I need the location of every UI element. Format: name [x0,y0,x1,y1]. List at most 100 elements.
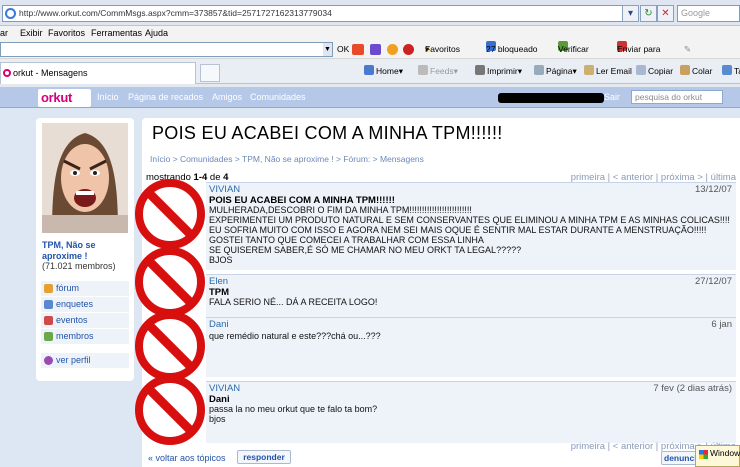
menu-exibir[interactable]: Exibir [20,26,43,41]
toolbar-addon-icon[interactable] [403,44,414,55]
sidebar-item-forum[interactable]: fórum [41,281,129,296]
feeds-button[interactable]: Feeds▾ [418,65,458,77]
read-mail-button[interactable]: Ler Email [584,65,632,76]
nav-amigos[interactable]: Amigos [212,92,242,102]
verificar-button[interactable]: Verificar▾ [558,41,589,57]
pencil-icon[interactable]: ✎ [684,41,691,57]
mail-icon [584,65,594,75]
post-body: passa la no meu orkut que te falo ta bom… [209,404,378,424]
post-date: 7 fev (2 dias atrás) [653,383,732,394]
nav-comunidades[interactable]: Comunidades [250,92,306,102]
post-body: MULHERADA,DESCOBRI O FIM DA MINHA TPM!!!… [209,205,730,265]
no-entry-icon[interactable] [134,178,206,250]
community-members: (71.021 membros) [42,261,116,271]
post-body: FALA SERIO NÉ... DÁ A RECEITA LOGO! [209,297,378,307]
stop-icon[interactable]: ✕ [657,5,674,22]
ok-button[interactable]: OK [337,41,349,57]
orkut-logo[interactable]: orkut [38,89,91,107]
toolbar-search-select[interactable] [0,42,333,57]
copy-button[interactable]: Copiar [636,65,673,76]
tab-orkut-mensagens[interactable]: orkut - Mensagens [0,62,196,84]
no-entry-icon[interactable] [134,374,206,446]
copy-icon [636,65,646,75]
enviar-button[interactable]: Enviar para▾ [617,41,660,57]
page-title: POIS EU ACABEI COM A MINHA TPM!!!!!! [152,123,503,143]
post-author[interactable]: Elen [209,276,228,287]
home-button[interactable]: Home▾ [364,65,403,77]
tab-bar: orkut - Mensagens Home▾ Feeds▾ Imprimir▾… [0,59,740,84]
sidebar-item-ver-perfil[interactable]: ver perfil [41,353,129,368]
post-date: 6 jan [711,319,732,330]
paste-label: Colar [692,66,713,76]
no-entry-icon[interactable] [134,246,206,318]
menu-ferramentas[interactable]: Ferramentas [91,26,142,41]
page-label: Página [546,66,573,76]
post-date: 13/12/07 [695,184,732,195]
breadcrumb: Início > Comunidades > TPM, Não se aprox… [150,154,424,164]
address-input[interactable]: http://www.orkut.com/CommMsgs.aspx?cmm=3… [2,5,634,22]
page-button[interactable]: Página▾ [534,65,577,77]
favoritos-button[interactable]: ☆ Favoritos ▾ [425,41,460,57]
topic-panel: POIS EU ACABEI COM A MINHA TPM!!!!!! Iní… [142,118,740,467]
post-author[interactable]: VIVIAN [209,383,240,394]
breadcrumb-community[interactable]: TPM, Não se aproxime ! [242,154,334,164]
message-post: VIVIAN 13/12/07 POIS EU ACABEI COM A MIN… [206,182,736,270]
translate-button[interactable]: Ta [722,65,740,76]
windows-notification[interactable]: Windows [695,445,740,467]
print-icon [475,65,485,75]
enviar-label: Enviar para [617,44,661,54]
print-button[interactable]: Imprimir▾ [475,65,522,77]
post-author[interactable]: VIVIAN [209,184,240,195]
refresh-icon[interactable]: ↻ [640,5,657,22]
menu-ajuda[interactable]: Ajuda [145,26,168,41]
address-dropdown-icon[interactable]: ▾ [622,5,639,22]
menu-bar: ar Exibir Favoritos Ferramentas Ajuda [0,26,740,41]
sidebar-item-eventos[interactable]: eventos [41,313,129,328]
chevron-down-icon[interactable]: ▼ [323,43,332,56]
paste-button[interactable]: Colar [680,65,712,76]
verificar-label: Verificar [558,44,589,54]
menu-favoritos[interactable]: Favoritos [48,26,85,41]
pager-first[interactable]: primeira [571,441,605,452]
community-photo[interactable] [42,123,128,233]
back-to-topics-link[interactable]: « voltar aos tópicos [148,453,226,463]
reply-button[interactable]: responder [237,450,291,464]
profile-icon [44,356,53,365]
nav-pagina-recados[interactable]: Página de recados [128,92,203,102]
toolbar-addon-icon[interactable] [352,44,364,55]
feeds-icon [418,65,428,75]
nav-sair[interactable]: Sair [604,92,620,102]
home-label: Home [376,66,399,76]
orkut-favicon-icon [3,69,11,77]
breadcrumb-comunidades[interactable]: Comunidades [180,154,232,164]
address-url: http://www.orkut.com/CommMsgs.aspx?cmm=3… [19,8,332,18]
sidebar-item-label: fórum [56,283,80,293]
copy-label: Copiar [648,66,674,76]
paste-icon [680,65,690,75]
sidebar-item-enquetes[interactable]: enquetes [41,297,129,312]
community-name[interactable]: TPM, Não se aproxime ! [42,240,134,262]
breadcrumb-mensagens: Mensagens [379,154,424,164]
no-entry-icon[interactable] [134,310,206,382]
translate-icon [722,65,732,75]
nav-inicio[interactable]: Início [97,92,119,102]
toolbar-addon-icon[interactable] [370,44,381,55]
new-tab-button[interactable] [200,64,220,82]
sidebar-item-membros[interactable]: membros [41,329,129,344]
breadcrumb-forum[interactable]: Fórum: [343,154,370,164]
sidebar-item-label: eventos [56,315,88,325]
post-author[interactable]: Dani [209,319,229,330]
home-icon [364,65,374,75]
print-label: Imprimir [487,66,518,76]
google-search-input[interactable]: Google [677,5,740,22]
menu-file[interactable]: ar [0,26,8,41]
message-post: Dani 6 jan que remédio natural e este???… [206,317,736,377]
forum-icon [44,284,53,293]
pager-prev[interactable]: < anterior [613,441,653,452]
breadcrumb-inicio[interactable]: Início [150,154,170,164]
poll-icon [44,300,53,309]
orkut-search-input[interactable]: pesquisa do orkut [631,90,723,104]
toolbar-addon-icon[interactable] [387,44,398,55]
message-post: Elen 27/12/07 TPM FALA SERIO NÉ... DÁ A … [206,274,736,318]
windows-flag-icon [699,450,708,459]
